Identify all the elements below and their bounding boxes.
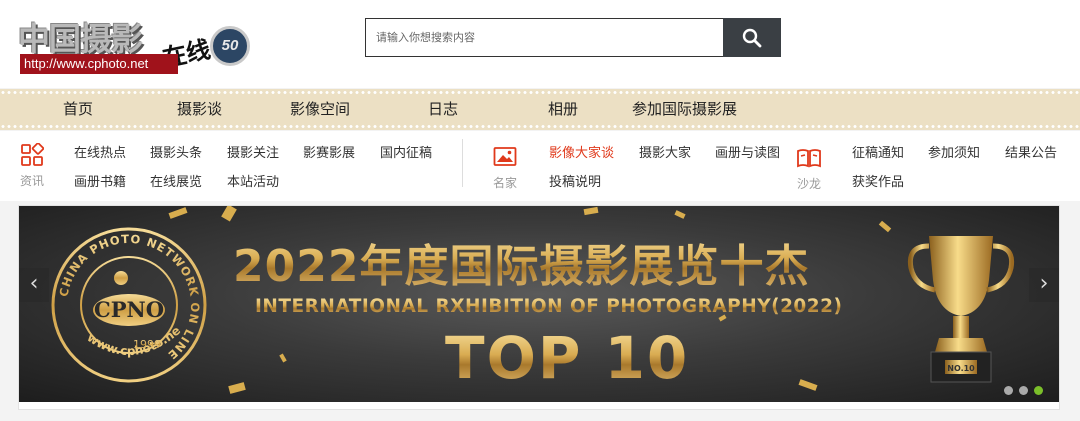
sub-link[interactable]: 摄影大家 xyxy=(639,142,691,161)
sub-link[interactable]: 参加须知 xyxy=(928,142,980,161)
seal-year-text: 1999 xyxy=(133,338,161,351)
confetti xyxy=(878,220,892,233)
sub-link[interactable]: 在线展览 xyxy=(150,171,202,190)
carousel-indicators xyxy=(1004,380,1049,399)
nav-journal[interactable]: 日志 xyxy=(428,95,458,124)
nav-album[interactable]: 相册 xyxy=(548,95,578,124)
main-nav: 首页 摄影谈 影像空间 日志 相册 参加国际摄影展 xyxy=(0,89,1080,130)
logo-url: http://www.cphoto.net xyxy=(20,54,178,74)
confetti xyxy=(221,206,237,222)
anniversary-badge: 50 xyxy=(210,26,250,66)
confetti xyxy=(583,206,599,216)
nav-image-space[interactable]: 影像空间 xyxy=(290,95,350,124)
sub-link[interactable]: 国内征稿 xyxy=(380,142,432,161)
sub-link-active[interactable]: 影像大家谈 xyxy=(549,142,614,161)
carousel-dot[interactable] xyxy=(1019,386,1028,395)
category-news[interactable]: 资讯 xyxy=(12,143,52,189)
cpno-seal-logo: CHINA PHOTO NETWORK ON LINE www.cphoto.n… xyxy=(49,220,207,383)
seal-center-text: CPNO xyxy=(94,297,164,322)
book-icon xyxy=(797,149,821,168)
carousel-dot[interactable] xyxy=(1004,386,1013,395)
banner-title: 2022年度国际摄影展览十杰 xyxy=(233,230,809,294)
sub-link[interactable]: 获奖作品 xyxy=(852,171,904,190)
banner-carousel: CHINA PHOTO NETWORK ON LINE www.cphoto.n… xyxy=(18,205,1060,410)
banner-top10: TOP 10 xyxy=(445,324,690,392)
carousel-dot-active[interactable] xyxy=(1034,386,1043,395)
banner-subtitle: INTERNATIONAL RXHIBITION OF PHOTOGRAPHY(… xyxy=(255,296,843,317)
sub-link[interactable]: 征稿通知 xyxy=(852,142,904,161)
sub-link[interactable]: 画册与读图 xyxy=(715,142,780,161)
confetti xyxy=(279,353,287,363)
sub-link[interactable]: 投稿说明 xyxy=(549,171,601,190)
trophy-icon: NO.10 xyxy=(907,236,1015,383)
sub-link[interactable]: 画册书籍 xyxy=(74,171,126,190)
search-icon xyxy=(742,28,762,47)
carousel-prev-button[interactable]: ‹ xyxy=(19,268,49,302)
site-logo[interactable]: 中国摄影 在线 http://www.cphoto.net 50 xyxy=(18,14,254,76)
confetti xyxy=(798,379,818,391)
search-bar xyxy=(365,18,781,57)
banner-slide[interactable]: CHINA PHOTO NETWORK ON LINE www.cphoto.n… xyxy=(19,206,1059,402)
category-masters[interactable]: 名家 xyxy=(485,145,525,191)
category-label: 名家 xyxy=(492,176,517,190)
site-header: 中国摄影 在线 http://www.cphoto.net 50 xyxy=(0,0,1080,88)
nav-international-exhibition[interactable]: 参加国际摄影展 xyxy=(632,95,737,124)
grid-icon xyxy=(21,143,44,166)
sub-link[interactable]: 摄影头条 xyxy=(150,142,202,161)
carousel-next-button[interactable]: › xyxy=(1029,268,1059,302)
sub-link[interactable]: 结果公告 xyxy=(1005,142,1057,161)
confetti xyxy=(168,207,188,219)
search-input[interactable] xyxy=(365,18,724,57)
image-icon xyxy=(493,147,517,166)
category-label: 沙龙 xyxy=(796,177,821,191)
category-label: 资讯 xyxy=(19,174,44,188)
sub-link[interactable]: 影赛影展 xyxy=(303,142,355,161)
divider xyxy=(462,139,463,187)
confetti xyxy=(228,382,246,394)
confetti xyxy=(674,210,686,219)
sub-link[interactable]: 本站活动 xyxy=(227,171,279,190)
search-button[interactable] xyxy=(723,18,781,57)
category-salon[interactable]: 沙龙 xyxy=(789,146,829,192)
trophy-label: NO.10 xyxy=(947,364,975,373)
sub-link[interactable]: 摄影关注 xyxy=(227,142,279,161)
sub-link[interactable]: 在线热点 xyxy=(74,142,126,161)
nav-photo-talk[interactable]: 摄影谈 xyxy=(177,95,222,124)
sub-nav: 资讯 在线热点 摄影头条 摄影关注 影赛影展 国内征稿 画册书籍 在线展览 本站… xyxy=(0,131,1080,201)
nav-home[interactable]: 首页 xyxy=(63,95,93,124)
